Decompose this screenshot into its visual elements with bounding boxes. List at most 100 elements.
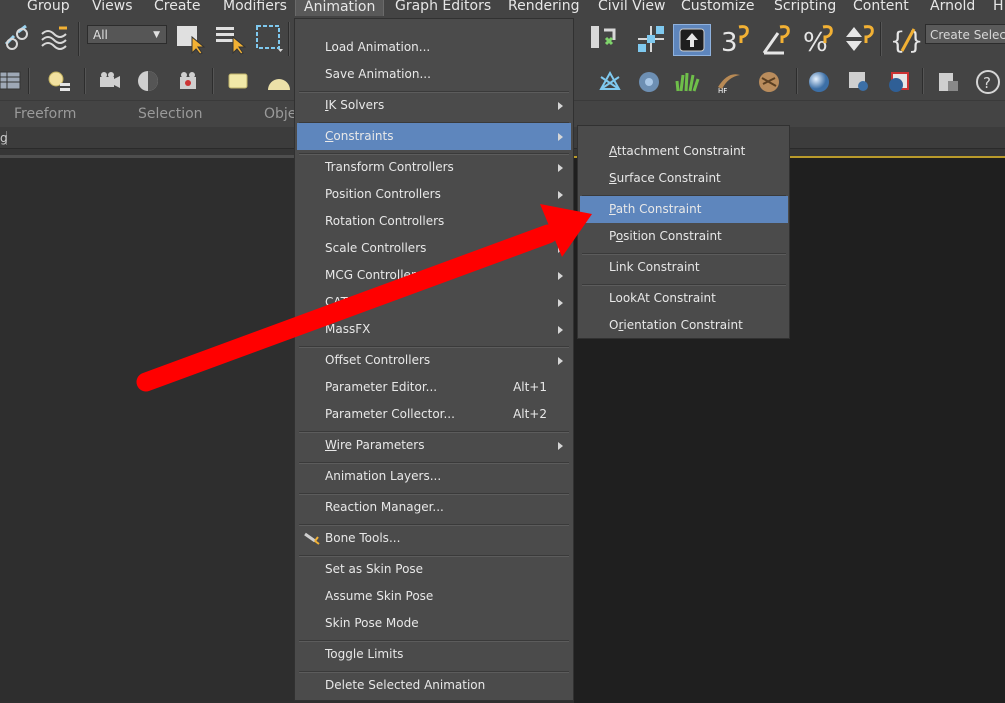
menu-modifiers[interactable]: Modifiers: [223, 0, 287, 15]
snaps-3d-icon[interactable]: 3: [719, 23, 755, 57]
unlink-selection-icon[interactable]: [2, 24, 32, 54]
animation-menu: Load Animation... Save Animation... IK S…: [294, 18, 574, 701]
submenu-item-surface-constraint[interactable]: Surface Constraint: [580, 165, 788, 192]
menu-item-mcg-controllers[interactable]: MCG Controllers: [297, 262, 571, 289]
submenu-item-orientation-rest: ientation Constraint: [623, 318, 743, 332]
percent-snap-icon[interactable]: %: [801, 23, 837, 57]
particle-flow-icon[interactable]: [636, 69, 662, 95]
svg-text:?: ?: [983, 74, 991, 92]
menu-item-reaction-manager[interactable]: Reaction Manager...: [297, 494, 571, 521]
menu-item-bone-tools[interactable]: Bone Tools...: [297, 525, 571, 552]
submenu-arrow-icon: [558, 326, 563, 334]
toolbar-separator: [28, 68, 30, 94]
menu-item-transform-controllers[interactable]: Transform Controllers: [297, 154, 571, 181]
menu-item-constraints[interactable]: Constraints: [297, 123, 571, 150]
menu-item-set-as-skin-pose[interactable]: Set as Skin Pose: [297, 556, 571, 583]
spinner-snap-icon[interactable]: [842, 23, 876, 57]
camera-sequencer-icon[interactable]: [96, 69, 122, 95]
menu-item-assume-skin-pose[interactable]: Assume Skin Pose: [297, 583, 571, 610]
tab-selection[interactable]: Selection: [138, 106, 203, 122]
select-by-name-icon[interactable]: [213, 23, 247, 55]
render-frame-window-icon[interactable]: [176, 69, 202, 95]
menu-content[interactable]: Content: [853, 0, 909, 15]
bone-tools-icon: [304, 532, 320, 545]
render-production-icon[interactable]: [886, 69, 912, 95]
menu-item-toggle-limits[interactable]: Toggle Limits: [297, 641, 571, 668]
menu-bar: Group Views Create Modifiers Animation G…: [0, 0, 1005, 16]
submenu-item-position-constraint[interactable]: Position Constraint: [580, 223, 788, 250]
submenu-arrow-icon: [558, 164, 563, 172]
shortcut-label: Alt+1: [513, 380, 547, 394]
mnemonic: P: [609, 202, 616, 216]
help-icon[interactable]: ?: [974, 68, 1002, 96]
submenu-item-position-first: P: [609, 229, 616, 243]
toggle-ribbon-icon[interactable]: [228, 72, 250, 92]
maxscript-listener-icon[interactable]: [936, 69, 962, 95]
menu-animation[interactable]: Animation: [295, 0, 385, 16]
submenu-item-path-rest: ath Constraint: [615, 202, 702, 216]
svg-text:3: 3: [721, 28, 738, 57]
snap-icon: [679, 28, 705, 52]
menu-item-save-animation[interactable]: Save Animation...: [297, 61, 571, 88]
menu-civil-view[interactable]: Civil View: [598, 0, 665, 15]
menu-item-load-animation[interactable]: Load Animation...: [297, 34, 571, 61]
menu-item-cat[interactable]: CAT: [297, 289, 571, 316]
create-selection-set-dropdown[interactable]: Create Selection: [925, 24, 1005, 44]
align-icon[interactable]: [634, 24, 668, 54]
menu-item-parameter-collector[interactable]: Parameter Collector... Alt+2: [297, 401, 571, 428]
tab-object-paint[interactable]: Obje: [264, 106, 296, 122]
menu-item-offset-controllers[interactable]: Offset Controllers: [297, 347, 571, 374]
menu-scripting[interactable]: Scripting: [774, 0, 836, 15]
menu-item-massfx[interactable]: MassFX: [297, 316, 571, 343]
menu-item-position-controllers[interactable]: Position Controllers: [297, 181, 571, 208]
submenu-item-orientation-constraint[interactable]: Orientation Constraint: [580, 312, 788, 339]
ornatrix-icon[interactable]: [756, 69, 782, 95]
render-setup-teapot-icon[interactable]: [846, 69, 872, 95]
hair-fx-icon[interactable]: HF: [714, 69, 742, 95]
menu-item-ik-solvers-rest: K Solvers: [328, 98, 385, 112]
edit-named-selection-icon[interactable]: { }: [888, 23, 922, 57]
menu-views[interactable]: Views: [92, 0, 133, 15]
viewport-shading-icon[interactable]: [266, 72, 292, 92]
toolbar-separator: [84, 68, 86, 94]
menu-customize[interactable]: Customize: [681, 0, 755, 15]
menu-arnold[interactable]: Arnold: [930, 0, 975, 15]
submenu-item-lookat-constraint[interactable]: LookAt Constraint: [580, 285, 788, 312]
mnemonic: W: [325, 438, 337, 452]
submenu-item-link-constraint[interactable]: Link Constraint: [580, 254, 788, 281]
hair-and-fur-icon[interactable]: [675, 69, 701, 95]
menu-item-scale-controllers[interactable]: Scale Controllers: [297, 235, 571, 262]
selection-filter-dropdown[interactable]: All ▼: [87, 25, 167, 44]
menu-help[interactable]: H: [993, 0, 1004, 15]
menu-item-skin-pose-mode[interactable]: Skin Pose Mode: [297, 610, 571, 637]
menu-item-parameter-editor[interactable]: Parameter Editor... Alt+1: [297, 374, 571, 401]
menu-create[interactable]: Create: [154, 0, 201, 15]
menu-graph-editors[interactable]: Graph Editors: [395, 0, 491, 15]
angle-snap-icon[interactable]: [760, 23, 796, 57]
menu-item-delete-selected-animation[interactable]: Delete Selected Animation: [297, 672, 571, 699]
mirror-icon[interactable]: [588, 24, 620, 56]
submenu-arrow-icon: [558, 133, 563, 141]
menu-item-wire-parameters[interactable]: Wire Parameters: [297, 432, 571, 459]
rectangle-selection-icon[interactable]: [254, 23, 286, 55]
menu-item-rotation-controllers[interactable]: Rotation Controllers: [297, 208, 571, 235]
material-editor-icon[interactable]: [806, 69, 832, 95]
menu-group[interactable]: Group: [27, 0, 70, 15]
menu-item-wire-parameters-rest: ire Parameters: [336, 438, 425, 452]
menu-item-ik-solvers[interactable]: IK Solvers: [297, 92, 571, 119]
submenu-arrow-icon: [558, 191, 563, 199]
snap-toggle-button[interactable]: [673, 24, 711, 56]
scene-explorer-icon[interactable]: [0, 69, 22, 93]
select-object-icon[interactable]: [174, 23, 206, 55]
chevron-down-icon: ▼: [153, 30, 160, 40]
scene-converter-icon[interactable]: [597, 69, 623, 95]
submenu-item-attachment-constraint[interactable]: Attachment Constraint: [580, 138, 788, 165]
tab-freeform[interactable]: Freeform: [14, 106, 76, 122]
toolbar-separator: [796, 68, 798, 94]
menu-rendering[interactable]: Rendering: [508, 0, 580, 15]
menu-item-animation-layers[interactable]: Animation Layers...: [297, 463, 571, 490]
bind-spacewarp-icon[interactable]: [39, 24, 71, 54]
light-lister-icon[interactable]: [46, 69, 74, 95]
render-setup-icon[interactable]: [136, 69, 162, 95]
submenu-item-path-constraint[interactable]: Path Constraint: [580, 196, 788, 223]
